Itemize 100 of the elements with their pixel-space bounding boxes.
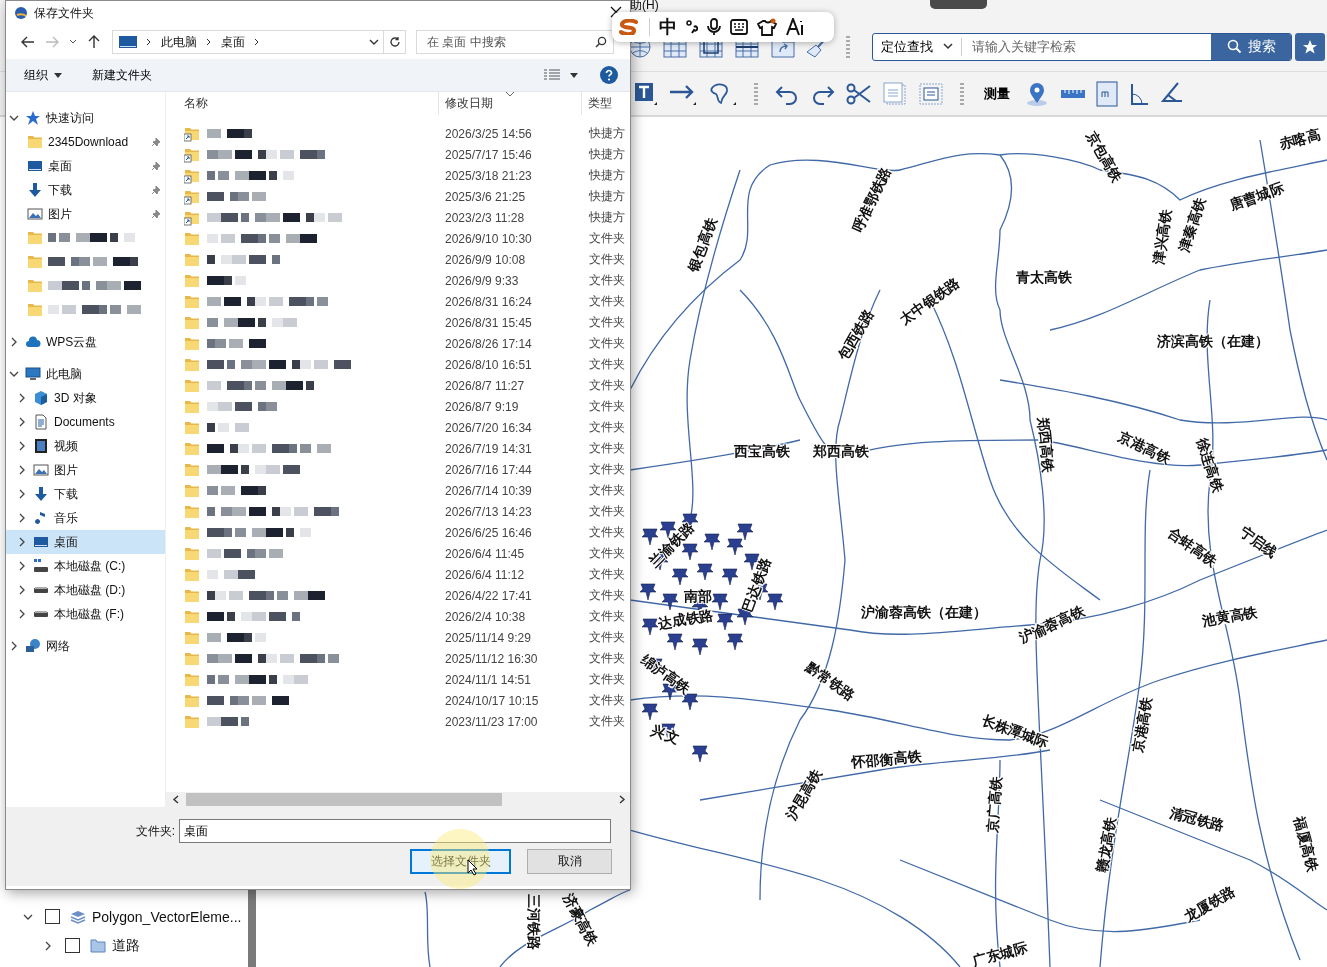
view-options-button[interactable] bbox=[544, 69, 578, 81]
freeform-shape-button[interactable] bbox=[708, 81, 738, 106]
new-folder-button[interactable]: 新建文件夹 bbox=[92, 62, 152, 88]
chevron-right-icon[interactable] bbox=[17, 465, 27, 475]
search-button[interactable]: 搜索 bbox=[1211, 33, 1291, 60]
chevron-right-icon[interactable] bbox=[17, 537, 27, 547]
file-row[interactable]: 2026/9/9 10:08 文件夹 bbox=[166, 249, 630, 270]
file-row[interactable]: 2026/6/4 11:45 文件夹 bbox=[166, 543, 630, 564]
file-row[interactable]: 2024/11/1 14:51 文件夹 bbox=[166, 669, 630, 690]
file-row[interactable]: 2024/10/17 10:15 文件夹 bbox=[166, 690, 630, 711]
nav-tree-item[interactable]: 视频 bbox=[6, 434, 165, 458]
file-row[interactable]: 2026/8/7 9:19 文件夹 bbox=[166, 396, 630, 417]
microphone-icon[interactable] bbox=[707, 18, 721, 36]
nav-tree-item[interactable]: 图片 bbox=[6, 202, 165, 226]
favorite-button[interactable] bbox=[1295, 32, 1325, 61]
address-bar[interactable]: 此电脑 桌面 bbox=[112, 30, 384, 54]
file-row[interactable]: 2026/6/4 11:12 文件夹 bbox=[166, 564, 630, 585]
nav-tree-item[interactable]: 桌面 bbox=[6, 530, 165, 554]
file-row[interactable]: 2026/7/20 16:34 文件夹 bbox=[166, 417, 630, 438]
file-row[interactable]: 2025/3/6 21:25 快捷方 bbox=[166, 186, 630, 207]
nav-tree-item[interactable]: 网络 bbox=[6, 634, 165, 658]
file-row[interactable]: 2025/7/17 15:46 快捷方 bbox=[166, 144, 630, 165]
chevron-right-icon[interactable] bbox=[17, 489, 27, 499]
location-search-bar[interactable]: 定位查找 请输入关键字检索 搜索 bbox=[872, 32, 1292, 61]
file-row[interactable]: 2026/8/7 11:27 文件夹 bbox=[166, 375, 630, 396]
nav-tree-item[interactable]: WPS云盘 bbox=[6, 330, 165, 354]
file-row[interactable]: 2026/3/25 14:56 快捷方 bbox=[166, 123, 630, 144]
file-row[interactable]: 2026/8/31 16:24 文件夹 bbox=[166, 291, 630, 312]
file-row[interactable]: 2026/9/10 10:30 文件夹 bbox=[166, 228, 630, 249]
layer-item[interactable]: Polygon_VectorEleme... bbox=[0, 902, 248, 931]
file-row[interactable]: 2026/6/25 16:46 文件夹 bbox=[166, 522, 630, 543]
breadcrumb[interactable]: 桌面 bbox=[221, 33, 245, 51]
search-input[interactable]: 在 桌面 中搜索 bbox=[425, 34, 595, 50]
file-row[interactable]: 2026/7/19 14:31 文件夹 bbox=[166, 438, 630, 459]
chevron-right-icon[interactable] bbox=[17, 513, 27, 523]
nav-tree-item[interactable]: 音乐 bbox=[6, 506, 165, 530]
layer-item[interactable]: 道路 bbox=[0, 931, 248, 960]
chevron-right-icon[interactable] bbox=[17, 609, 27, 619]
keyboard-icon[interactable] bbox=[730, 19, 748, 35]
scroll-left-icon[interactable] bbox=[172, 795, 180, 804]
chevron-right-icon[interactable] bbox=[17, 441, 27, 451]
help-button[interactable] bbox=[600, 66, 618, 84]
nav-tree-item[interactable]: 此电脑 bbox=[6, 362, 165, 386]
file-row[interactable]: 2026/8/31 15:45 文件夹 bbox=[166, 312, 630, 333]
file-row[interactable]: 2026/7/13 14:23 文件夹 bbox=[166, 501, 630, 522]
file-row[interactable]: 2025/11/14 9:29 文件夹 bbox=[166, 627, 630, 648]
file-row[interactable]: 2025/3/18 21:23 快捷方 bbox=[166, 165, 630, 186]
chevron-right-icon[interactable] bbox=[43, 940, 53, 951]
file-row[interactable]: 2026/4/22 17:41 文件夹 bbox=[166, 585, 630, 606]
chevron-right-icon[interactable] bbox=[17, 417, 27, 427]
nav-tree-item[interactable]: 2345Download bbox=[6, 130, 165, 154]
location-pin-button[interactable] bbox=[1024, 80, 1050, 107]
menu-item[interactable]: 助(H) bbox=[630, 0, 659, 10]
chevron-right-icon[interactable] bbox=[9, 337, 19, 347]
horizontal-scrollbar[interactable] bbox=[166, 792, 630, 807]
chevron-down-icon[interactable] bbox=[9, 369, 19, 379]
column-header[interactable]: 名称 bbox=[166, 92, 438, 115]
file-row[interactable]: 2026/9/9 9:33 文件夹 bbox=[166, 270, 630, 291]
chevron-right-icon[interactable] bbox=[17, 393, 27, 403]
window-handle[interactable] bbox=[930, 0, 987, 9]
search-field[interactable]: 在 桌面 中搜索 bbox=[416, 30, 614, 54]
pin-icon[interactable] bbox=[151, 185, 161, 195]
file-row[interactable]: 2025/11/12 16:30 文件夹 bbox=[166, 648, 630, 669]
nav-tree-item[interactable]: 本地磁盘 (F:) bbox=[6, 602, 165, 626]
chevron-down-icon[interactable] bbox=[9, 113, 19, 123]
pin-icon[interactable] bbox=[151, 161, 161, 171]
nav-tree-item[interactable]: 下载 bbox=[6, 178, 165, 202]
pin-icon[interactable] bbox=[151, 209, 161, 219]
column-header[interactable]: 类型 bbox=[581, 92, 630, 115]
cancel-button[interactable]: 取消 bbox=[527, 849, 612, 874]
file-row[interactable]: 2023/11/23 17:00 文件夹 bbox=[166, 711, 630, 732]
file-row[interactable]: 2026/8/10 16:51 文件夹 bbox=[166, 354, 630, 375]
measure-button[interactable]: 测量 bbox=[980, 84, 1014, 103]
chevron-right-icon[interactable] bbox=[17, 561, 27, 571]
file-row[interactable]: 2023/2/3 11:28 快捷方 bbox=[166, 207, 630, 228]
scissors-button[interactable] bbox=[846, 81, 872, 106]
nav-tree-item[interactable]: 下载 bbox=[6, 482, 165, 506]
file-row[interactable]: 2026/2/4 10:38 文件夹 bbox=[166, 606, 630, 627]
scroll-right-icon[interactable] bbox=[618, 795, 626, 804]
nav-tree-item[interactable]: 图片 bbox=[6, 458, 165, 482]
file-row[interactable]: 2026/7/16 17:44 文件夹 bbox=[166, 459, 630, 480]
organize-menu-button[interactable]: 组织 bbox=[24, 62, 62, 88]
refresh-button[interactable] bbox=[384, 30, 406, 54]
t-shirt-icon[interactable] bbox=[757, 18, 777, 36]
layer-checkbox[interactable] bbox=[65, 938, 80, 953]
chevron-right-icon[interactable] bbox=[17, 585, 27, 595]
nav-tree-item[interactable]: 3D 对象 bbox=[6, 386, 165, 410]
pin-icon[interactable] bbox=[151, 137, 161, 147]
chevron-right-icon[interactable] bbox=[9, 641, 19, 651]
file-row[interactable]: 2026/7/14 10:39 文件夹 bbox=[166, 480, 630, 501]
file-row[interactable]: 2026/8/26 17:14 文件夹 bbox=[166, 333, 630, 354]
text-tool-button[interactable] bbox=[634, 81, 658, 106]
layer-checkbox[interactable] bbox=[45, 909, 60, 924]
breadcrumb[interactable]: 此电脑 bbox=[161, 33, 197, 51]
folder-name-field[interactable]: 桌面 bbox=[179, 819, 611, 843]
punctuation-icon[interactable] bbox=[686, 19, 698, 35]
input-mode-button[interactable]: 中 bbox=[659, 15, 677, 39]
nav-tree-item[interactable]: 桌面 bbox=[6, 154, 165, 178]
nav-tree-item[interactable]: 快速访问 bbox=[6, 106, 165, 130]
nav-tree-item[interactable]: 本地磁盘 (D:) bbox=[6, 578, 165, 602]
